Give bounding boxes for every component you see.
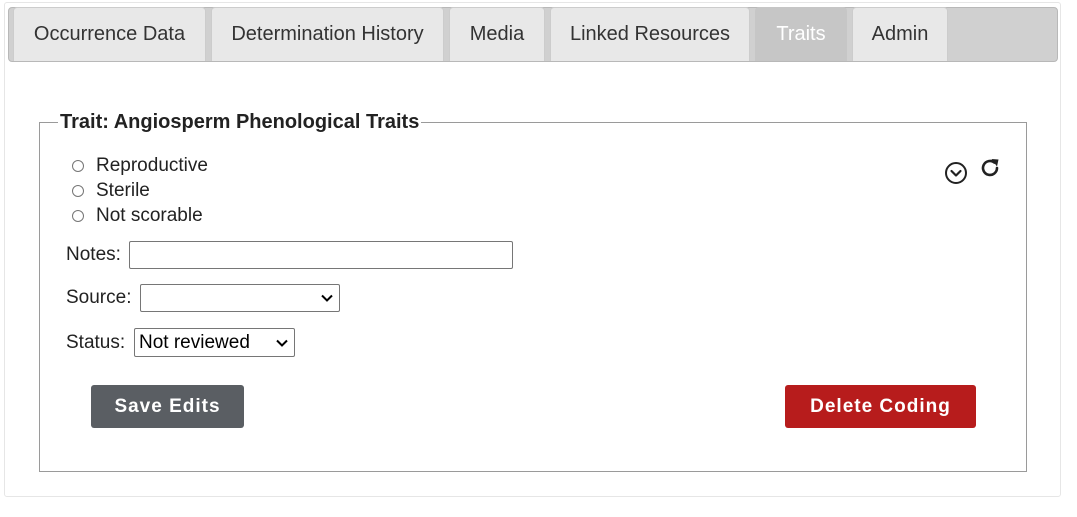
status-selected-value: Not reviewed: [139, 331, 250, 353]
tab-linked-resources[interactable]: Linked Resources: [550, 7, 750, 61]
radio-reproductive[interactable]: Reproductive: [72, 155, 208, 177]
refresh-icon[interactable]: [978, 156, 1002, 185]
tab-occurrence-data[interactable]: Occurrence Data: [13, 7, 206, 61]
source-select[interactable]: [140, 284, 340, 312]
status-label: Status:: [66, 332, 126, 353]
trait-legend: Trait: Angiosperm Phenological Traits: [60, 111, 420, 133]
radio-button[interactable]: [72, 210, 84, 222]
radio-label: Sterile: [96, 180, 150, 201]
tab-label: Traits: [776, 23, 826, 45]
radio-label: Not scorable: [96, 205, 203, 226]
delete-coding-button[interactable]: Delete Coding: [785, 385, 976, 428]
delete-coding-label: Delete Coding: [810, 395, 951, 417]
tab-label: Media: [469, 23, 525, 45]
tab-label: Linked Resources: [569, 23, 731, 45]
tab-label: Occurrence Data: [33, 23, 186, 45]
save-edits-label: Save Edits: [114, 395, 221, 417]
notes-input[interactable]: [129, 241, 513, 269]
tab-label: Determination History: [231, 23, 424, 45]
notes-label: Notes:: [66, 244, 121, 265]
chevron-down-circle-icon[interactable]: [944, 161, 968, 190]
radio-label: Reproductive: [96, 155, 208, 176]
save-edits-button[interactable]: Save Edits: [91, 385, 244, 428]
tab-admin[interactable]: Admin: [852, 7, 948, 61]
radio-button[interactable]: [72, 185, 84, 197]
tab-determination-history[interactable]: Determination History: [211, 7, 444, 61]
chevron-down-icon: [276, 339, 288, 347]
radio-not-scorable[interactable]: Not scorable: [72, 205, 203, 227]
chevron-down-icon: [321, 294, 333, 302]
tab-label: Admin: [871, 23, 929, 45]
status-select[interactable]: Not reviewed: [134, 328, 295, 357]
tab-traits[interactable]: Traits: [755, 7, 847, 61]
tab-media[interactable]: Media: [449, 7, 545, 61]
radio-button[interactable]: [72, 160, 84, 172]
radio-sterile[interactable]: Sterile: [72, 180, 150, 202]
source-label: Source:: [66, 287, 132, 308]
